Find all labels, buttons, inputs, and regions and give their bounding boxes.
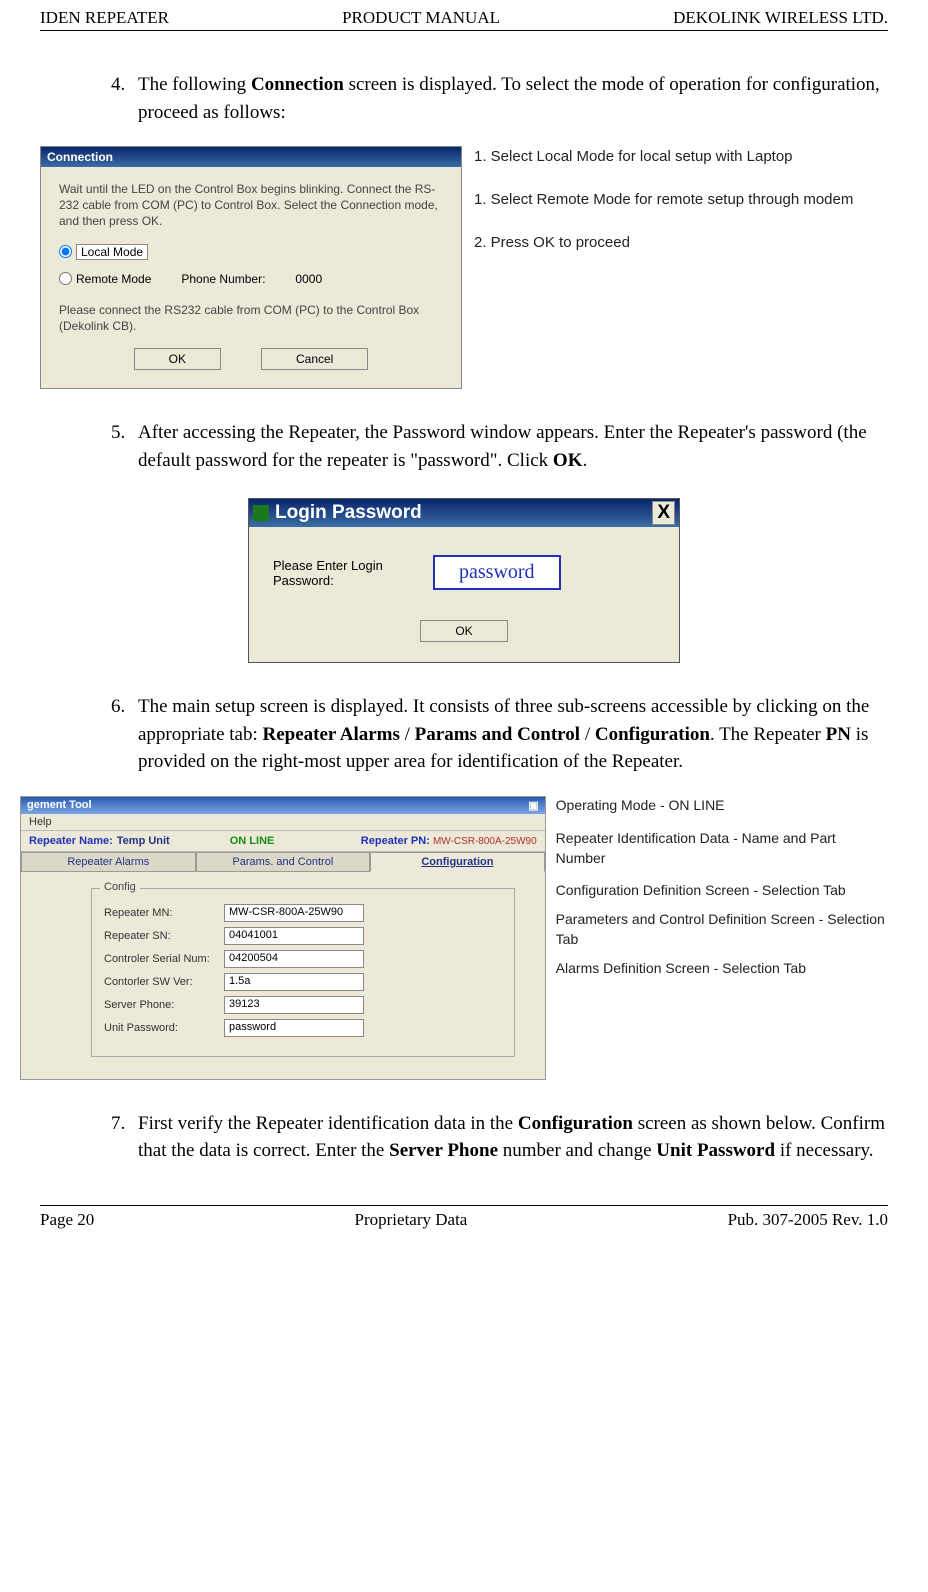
radio-label: Remote Mode [76,272,151,286]
tab-params-control[interactable]: Params. and Control [196,852,371,872]
step-6: The main setup screen is displayed. It c… [130,693,888,776]
text: After accessing the Repeater, the Passwo… [138,422,867,471]
repeater-pn-label: Repeater PN: [361,835,430,847]
repeater-mn-label: Repeater MN: [104,907,214,919]
text: First verify the Repeater identification… [138,1113,518,1134]
server-phone-label: Server Phone: [104,999,214,1011]
unit-password-field[interactable]: password [224,1019,364,1037]
callout-2: Repeater Identification Data - Name and … [556,829,888,868]
repeater-pn-value: MW-CSR-800A-25W90 [433,836,537,847]
tab-configuration[interactable]: Configuration [370,852,545,872]
text-bold: Repeater Alarms [263,724,400,745]
figure-connection: Connection Wait until the LED on the Con… [40,146,888,389]
text-bold: Server Phone [389,1140,498,1161]
dialog-titlebar: Connection [41,147,461,167]
text-bold: Params and Control [415,724,580,745]
tab-repeater-alarms[interactable]: Repeater Alarms [21,852,196,872]
radio-label: Local Mode [76,244,148,260]
menu-help[interactable]: Help [21,814,545,831]
text: number and change [498,1140,656,1161]
tabs: Repeater Alarms Params. and Control Conf… [21,852,545,872]
text: . The Repeater [710,724,826,745]
page-footer: Page 20 Proprietary Data Pub. 307-2005 R… [40,1205,888,1240]
repeater-sn-label: Repeater SN: [104,930,214,942]
controller-sw-label: Contorler SW Ver: [104,976,214,988]
phone-value: 0000 [295,272,322,286]
dialog-instructions: Wait until the LED on the Control Box be… [59,181,443,230]
controller-serial-label: Controler Serial Num: [104,953,214,965]
callout-2: 1. Select Remote Mode for remote setup t… [474,189,853,210]
management-tool-window: gement Tool ▣ Help Repeater Name: Temp Un… [20,796,546,1080]
step-5: After accessing the Repeater, the Passwo… [130,419,888,474]
info-bar: Repeater Name: Temp Unit ON LINE Repeate… [21,831,545,852]
page-header: IDEN REPEATER PRODUCT MANUAL DEKOLINK WI… [40,0,888,31]
text: if necessary. [775,1140,873,1161]
config-group: Config Repeater MN:MW-CSR-800A-25W90 Rep… [91,888,515,1057]
callout-5: Alarms Definition Screen - Selection Tab [556,959,888,979]
controller-sw-field[interactable]: 1.5a [224,973,364,991]
callout-3: Configuration Definition Screen - Select… [556,881,888,901]
text: / [580,724,595,745]
server-phone-field[interactable]: 39123 [224,996,364,1014]
login-title: Login Password [275,502,422,524]
app-title: gement Tool [27,799,92,812]
close-icon[interactable]: X [652,501,675,525]
radio-remote-mode[interactable]: Remote Mode [59,272,151,286]
callout-1: 1. Select Local Mode for local setup wit… [474,146,853,167]
cancel-button[interactable]: Cancel [261,348,368,370]
connection-dialog: Connection Wait until the LED on the Con… [40,146,462,389]
figure-login: Login Password X Please Enter Login Pass… [248,498,680,663]
text-bold: Configuration [518,1113,633,1134]
figure-main-setup: gement Tool ▣ Help Repeater Name: Temp Un… [20,796,888,1080]
text-bold: Configuration [595,724,710,745]
step-7: First verify the Repeater identification… [130,1110,888,1165]
login-titlebar: Login Password X [249,499,679,527]
header-right: DEKOLINK WIRELESS LTD. [673,8,888,28]
phone-label: Phone Number: [181,272,265,286]
ok-button[interactable]: OK [420,620,507,642]
header-left: IDEN REPEATER [40,8,169,28]
unit-password-label: Unit Password: [104,1022,214,1034]
text-bold: Connection [251,74,344,95]
callouts: 1. Select Local Mode for local setup wit… [474,146,853,275]
text-bold: Unit Password [656,1140,775,1161]
callouts: Operating Mode - ON LINE Repeater Identi… [556,796,888,1001]
window-controls[interactable]: ▣ [528,799,538,812]
controller-serial-field[interactable]: 04200504 [224,950,364,968]
step-4: The following Connection screen is displ… [130,71,888,126]
repeater-sn-field[interactable]: 04041001 [224,927,364,945]
footer-right: Pub. 307-2005 Rev. 1.0 [728,1210,888,1230]
group-label: Config [100,881,140,893]
repeater-mn-field[interactable]: MW-CSR-800A-25W90 [224,904,364,922]
repeater-name-label: Repeater Name: [29,835,113,847]
password-input[interactable]: password [433,555,561,590]
text-bold: PN [826,724,851,745]
text: The following [138,74,251,95]
callout-1: Operating Mode - ON LINE [556,796,888,816]
text-bold: OK [553,450,583,471]
callout-3: 2. Press OK to proceed [474,232,853,253]
callout-4: Parameters and Control Definition Screen… [556,910,888,949]
radio-local-mode[interactable]: Local Mode [59,244,443,260]
footer-center: Proprietary Data [355,1210,468,1230]
repeater-name-value: Temp Unit [117,835,170,847]
text: / [400,724,415,745]
text: . [582,450,587,471]
login-prompt: Please Enter Login Password: [273,558,413,588]
ok-button[interactable]: OK [134,348,221,370]
online-status: ON LINE [230,835,275,847]
app-icon [253,505,269,521]
header-center: PRODUCT MANUAL [342,8,500,28]
dialog-note: Please connect the RS232 cable from COM … [59,302,443,334]
footer-left: Page 20 [40,1210,94,1230]
